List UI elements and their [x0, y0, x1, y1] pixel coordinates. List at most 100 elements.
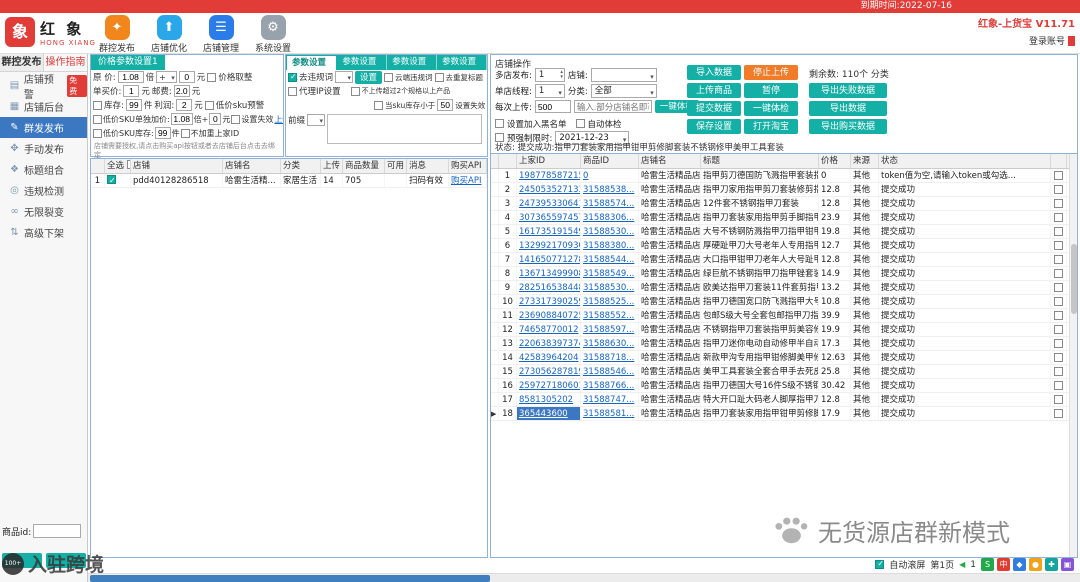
params-tab[interactable]: 参数设置4 — [437, 55, 487, 82]
supplier-id-link[interactable]: 161735191549 — [517, 225, 581, 238]
product-id-link[interactable]: 31588530... — [581, 225, 639, 238]
sidebar-item[interactable]: ⇅ 高级下架 — [0, 222, 87, 243]
product-id-link[interactable]: 31588747... — [581, 393, 639, 406]
product-id-link[interactable]: 31588380... — [581, 239, 639, 252]
ops-button[interactable]: 打开淘宝 — [744, 119, 798, 134]
row-checkbox[interactable] — [1054, 171, 1063, 180]
price-round-checkbox[interactable] — [207, 72, 217, 82]
product-id-link[interactable]: 0 — [581, 169, 639, 182]
supplier-id-link[interactable]: 236908840725 — [517, 309, 581, 322]
params-tab[interactable]: 参数设置2 — [337, 55, 388, 82]
product-row[interactable]: 10 273317390259 31588525... 哈雷生活精品店 指甲刀德… — [491, 295, 1077, 309]
supplier-id-link[interactable]: 220638397374 — [517, 337, 581, 350]
product-row[interactable]: 16 259727180601 31588766... 哈雷生活精品店 指甲刀德… — [491, 379, 1077, 393]
multi-store-spinner[interactable]: 1 — [534, 67, 565, 82]
invalidate-checkbox[interactable] — [231, 114, 241, 124]
supplier-id-link[interactable]: 198778587215 — [517, 169, 581, 182]
postage-input[interactable] — [173, 85, 190, 97]
store-name-filter-input[interactable] — [573, 100, 652, 113]
params-tab[interactable]: 参数设置3 — [387, 55, 438, 82]
sku-threshold-input[interactable] — [437, 99, 454, 111]
remove-banned-words-checkbox[interactable] — [288, 72, 297, 82]
price-add-input[interactable] — [178, 71, 195, 83]
row-checkbox[interactable] — [1054, 325, 1063, 334]
product-id-link[interactable]: 31588306... — [581, 211, 639, 224]
row-checkbox[interactable] — [1054, 395, 1063, 404]
stock-checkbox[interactable] — [93, 100, 102, 110]
spec-limit-checkbox[interactable] — [350, 86, 360, 96]
no-supplier-id-checkbox[interactable] — [180, 128, 190, 138]
banned-words-select[interactable] — [335, 71, 354, 84]
supplier-id-link[interactable]: 307365597457 — [517, 211, 581, 224]
row-checkbox[interactable] — [1054, 255, 1063, 264]
supplier-id-link[interactable]: 282516538448 — [517, 281, 581, 294]
product-id-link[interactable]: 31588544... — [581, 253, 639, 266]
per-upload-input[interactable] — [534, 100, 571, 113]
product-row[interactable]: 13 220638397374 31588630... 哈雷生活精品店 指甲刀迷… — [491, 337, 1077, 351]
row-checkbox[interactable] — [1054, 311, 1063, 320]
product-id-input[interactable] — [33, 524, 82, 538]
store-row[interactable]: 1 pdd40128286518 哈雷生活精... 家居生活 14 705 扫码… — [91, 174, 487, 188]
supplier-id-link[interactable]: 273056287819 — [517, 365, 581, 378]
product-row[interactable]: 15 273056287819 31588546... 哈雷生活精品店 美甲工具… — [491, 365, 1077, 379]
sidebar-tab-group-publish[interactable]: 群控发布 — [0, 54, 44, 71]
product-id-link[interactable]: 31588597... — [581, 323, 639, 336]
supplier-id-link[interactable]: 132992170930 — [517, 239, 581, 252]
select-all-header[interactable]: 全选 — [105, 159, 131, 173]
row-checkbox[interactable] — [1054, 185, 1063, 194]
vertical-scrollbar[interactable] — [1069, 154, 1077, 557]
sidebar-item[interactable]: ∞ 无限裂变 — [0, 201, 87, 222]
product-row[interactable]: 11 236908840725 31588552... 哈雷生活精品店 包邮S级… — [491, 309, 1077, 323]
supplier-id-link[interactable]: 42583964204 — [517, 351, 581, 364]
toolbar-button[interactable]: ☰ 店铺管理 — [198, 15, 244, 54]
stock-input[interactable] — [125, 99, 142, 111]
ops-button[interactable]: 停止上传 — [744, 65, 798, 80]
product-id-link[interactable]: 31588766... — [581, 379, 639, 392]
profit-input[interactable] — [176, 99, 193, 111]
supplier-id-link[interactable]: 259727180601 — [517, 379, 581, 392]
row-checkbox[interactable] — [1054, 297, 1063, 306]
scrollbar-thumb[interactable] — [90, 575, 490, 582]
tray-icon[interactable]: ▣ — [1061, 558, 1074, 571]
product-id-link[interactable]: 31588546... — [581, 365, 639, 378]
product-id-link[interactable]: 31588538... — [581, 183, 639, 196]
bottom-action-button[interactable] — [2, 553, 42, 568]
product-row[interactable]: 2 245053527133 31588538... 哈雷生活精品店 指甲刀家用… — [491, 183, 1077, 197]
row-checkbox[interactable] — [1054, 227, 1063, 236]
product-id-link[interactable]: 31588630... — [581, 337, 639, 350]
export-button[interactable]: 导出数据 — [809, 101, 887, 116]
price-params-tab[interactable]: 价格参数设置1 — [91, 55, 165, 70]
product-row[interactable]: 7 141650771278 31588544... 哈雷生活精品店 大口指甲钳… — [491, 253, 1077, 267]
supplier-id-link[interactable]: 74658770012 — [517, 323, 581, 336]
product-row[interactable]: ▶ 18 365443600 31588581... 哈雷生活精品店 指甲刀套装… — [491, 407, 1077, 421]
sidebar-tab-guide[interactable]: 操作指南 — [44, 54, 87, 71]
supplier-id-link[interactable]: 247395330641 — [517, 197, 581, 210]
product-row[interactable]: 8 136713499908 31588549... 哈雷生活精品店 绿巨航不锈… — [491, 267, 1077, 281]
row-checkbox[interactable] — [1054, 283, 1063, 292]
ops-button[interactable]: 一键体检 — [744, 101, 798, 116]
low-sku-add-input[interactable] — [209, 113, 222, 125]
row-checkbox[interactable] — [107, 174, 116, 187]
product-id-link[interactable]: 31588525... — [581, 295, 639, 308]
horizontal-scrollbar[interactable] — [88, 573, 1080, 582]
ops-button[interactable]: 暂停 — [744, 83, 798, 98]
sidebar-item[interactable]: ◎ 违规检测 — [0, 180, 87, 201]
supplier-id-link[interactable]: 8581305202 — [517, 393, 581, 406]
product-row[interactable]: 5 161735191549 31588530... 哈雷生活精品店 大号不锈钢… — [491, 225, 1077, 239]
row-checkbox[interactable] — [1054, 199, 1063, 208]
sidebar-item[interactable]: ✥ 手动发布 — [0, 138, 87, 159]
tray-icon[interactable]: S — [981, 558, 994, 571]
price-op-select[interactable]: + — [156, 71, 177, 84]
buy-api-link[interactable]: 购买API — [449, 174, 487, 187]
sidebar-item[interactable]: ▦ 店铺后台 — [0, 96, 87, 117]
cloud-words-checkbox[interactable] — [384, 72, 394, 82]
login-account-label[interactable]: 登录账号 — [1029, 34, 1065, 47]
supplier-id-link[interactable]: 136713499908 — [517, 267, 581, 280]
supplier-id-link[interactable]: 365443600 — [517, 407, 581, 420]
low-sku-markup-checkbox[interactable] — [93, 114, 102, 124]
single-thread-select[interactable]: 1 — [534, 83, 565, 100]
product-id-link[interactable]: 31588581... — [581, 407, 639, 420]
product-row[interactable]: 6 132992170930 31588380... 哈雷生活精品店 厚硬趾甲刀… — [491, 239, 1077, 253]
row-checkbox[interactable] — [1054, 353, 1063, 362]
tray-icon[interactable]: ● — [1029, 558, 1042, 571]
